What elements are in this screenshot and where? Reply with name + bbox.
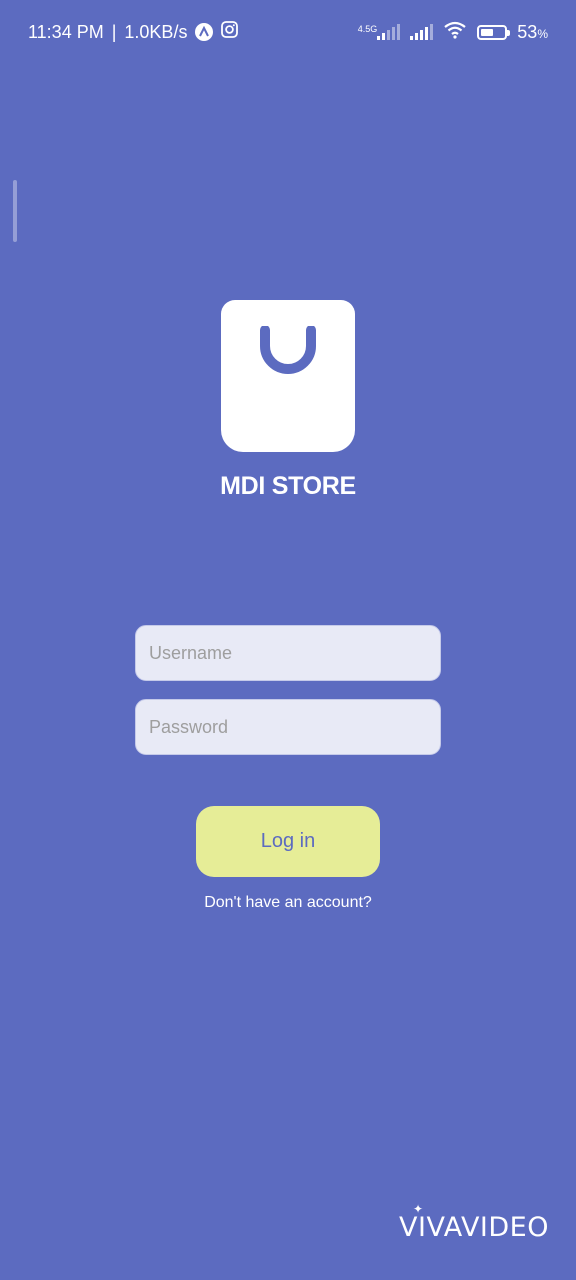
signup-link[interactable]: Don't have an account? bbox=[0, 894, 576, 912]
status-net-speed: 1.0KB/s bbox=[124, 21, 188, 42]
login-button[interactable]: Log in bbox=[196, 806, 380, 877]
username-input[interactable] bbox=[135, 625, 441, 681]
signal-icon bbox=[410, 24, 434, 40]
watermark: ✦ VIVAVIDEO bbox=[399, 1202, 549, 1243]
network-type: 4.5G bbox=[357, 24, 378, 34]
battery-icon bbox=[477, 24, 511, 40]
status-separator: | bbox=[111, 21, 117, 42]
app-a-icon bbox=[195, 23, 214, 41]
signal-4.5g-icon: 4.5G bbox=[358, 24, 401, 40]
shopping-bag-icon bbox=[221, 300, 355, 452]
brand-name: MDI STORE bbox=[220, 472, 356, 500]
status-bar: 11:34 PM | 1.0KB/s 4.5G 53% bbox=[0, 0, 576, 64]
sparkle-icon: ✦ bbox=[413, 1202, 424, 1216]
status-time: 11:34 PM bbox=[28, 21, 104, 42]
password-input[interactable] bbox=[135, 699, 441, 755]
scroll-indicator[interactable] bbox=[13, 180, 17, 242]
watermark-text: VIVAVIDEO bbox=[399, 1212, 549, 1243]
battery-percent: 53% bbox=[517, 21, 548, 42]
wifi-icon bbox=[443, 21, 467, 44]
status-right: 4.5G 53% bbox=[358, 21, 548, 44]
instagram-icon bbox=[221, 21, 239, 43]
status-left: 11:34 PM | 1.0KB/s bbox=[28, 21, 239, 43]
battery-fill bbox=[481, 28, 493, 36]
